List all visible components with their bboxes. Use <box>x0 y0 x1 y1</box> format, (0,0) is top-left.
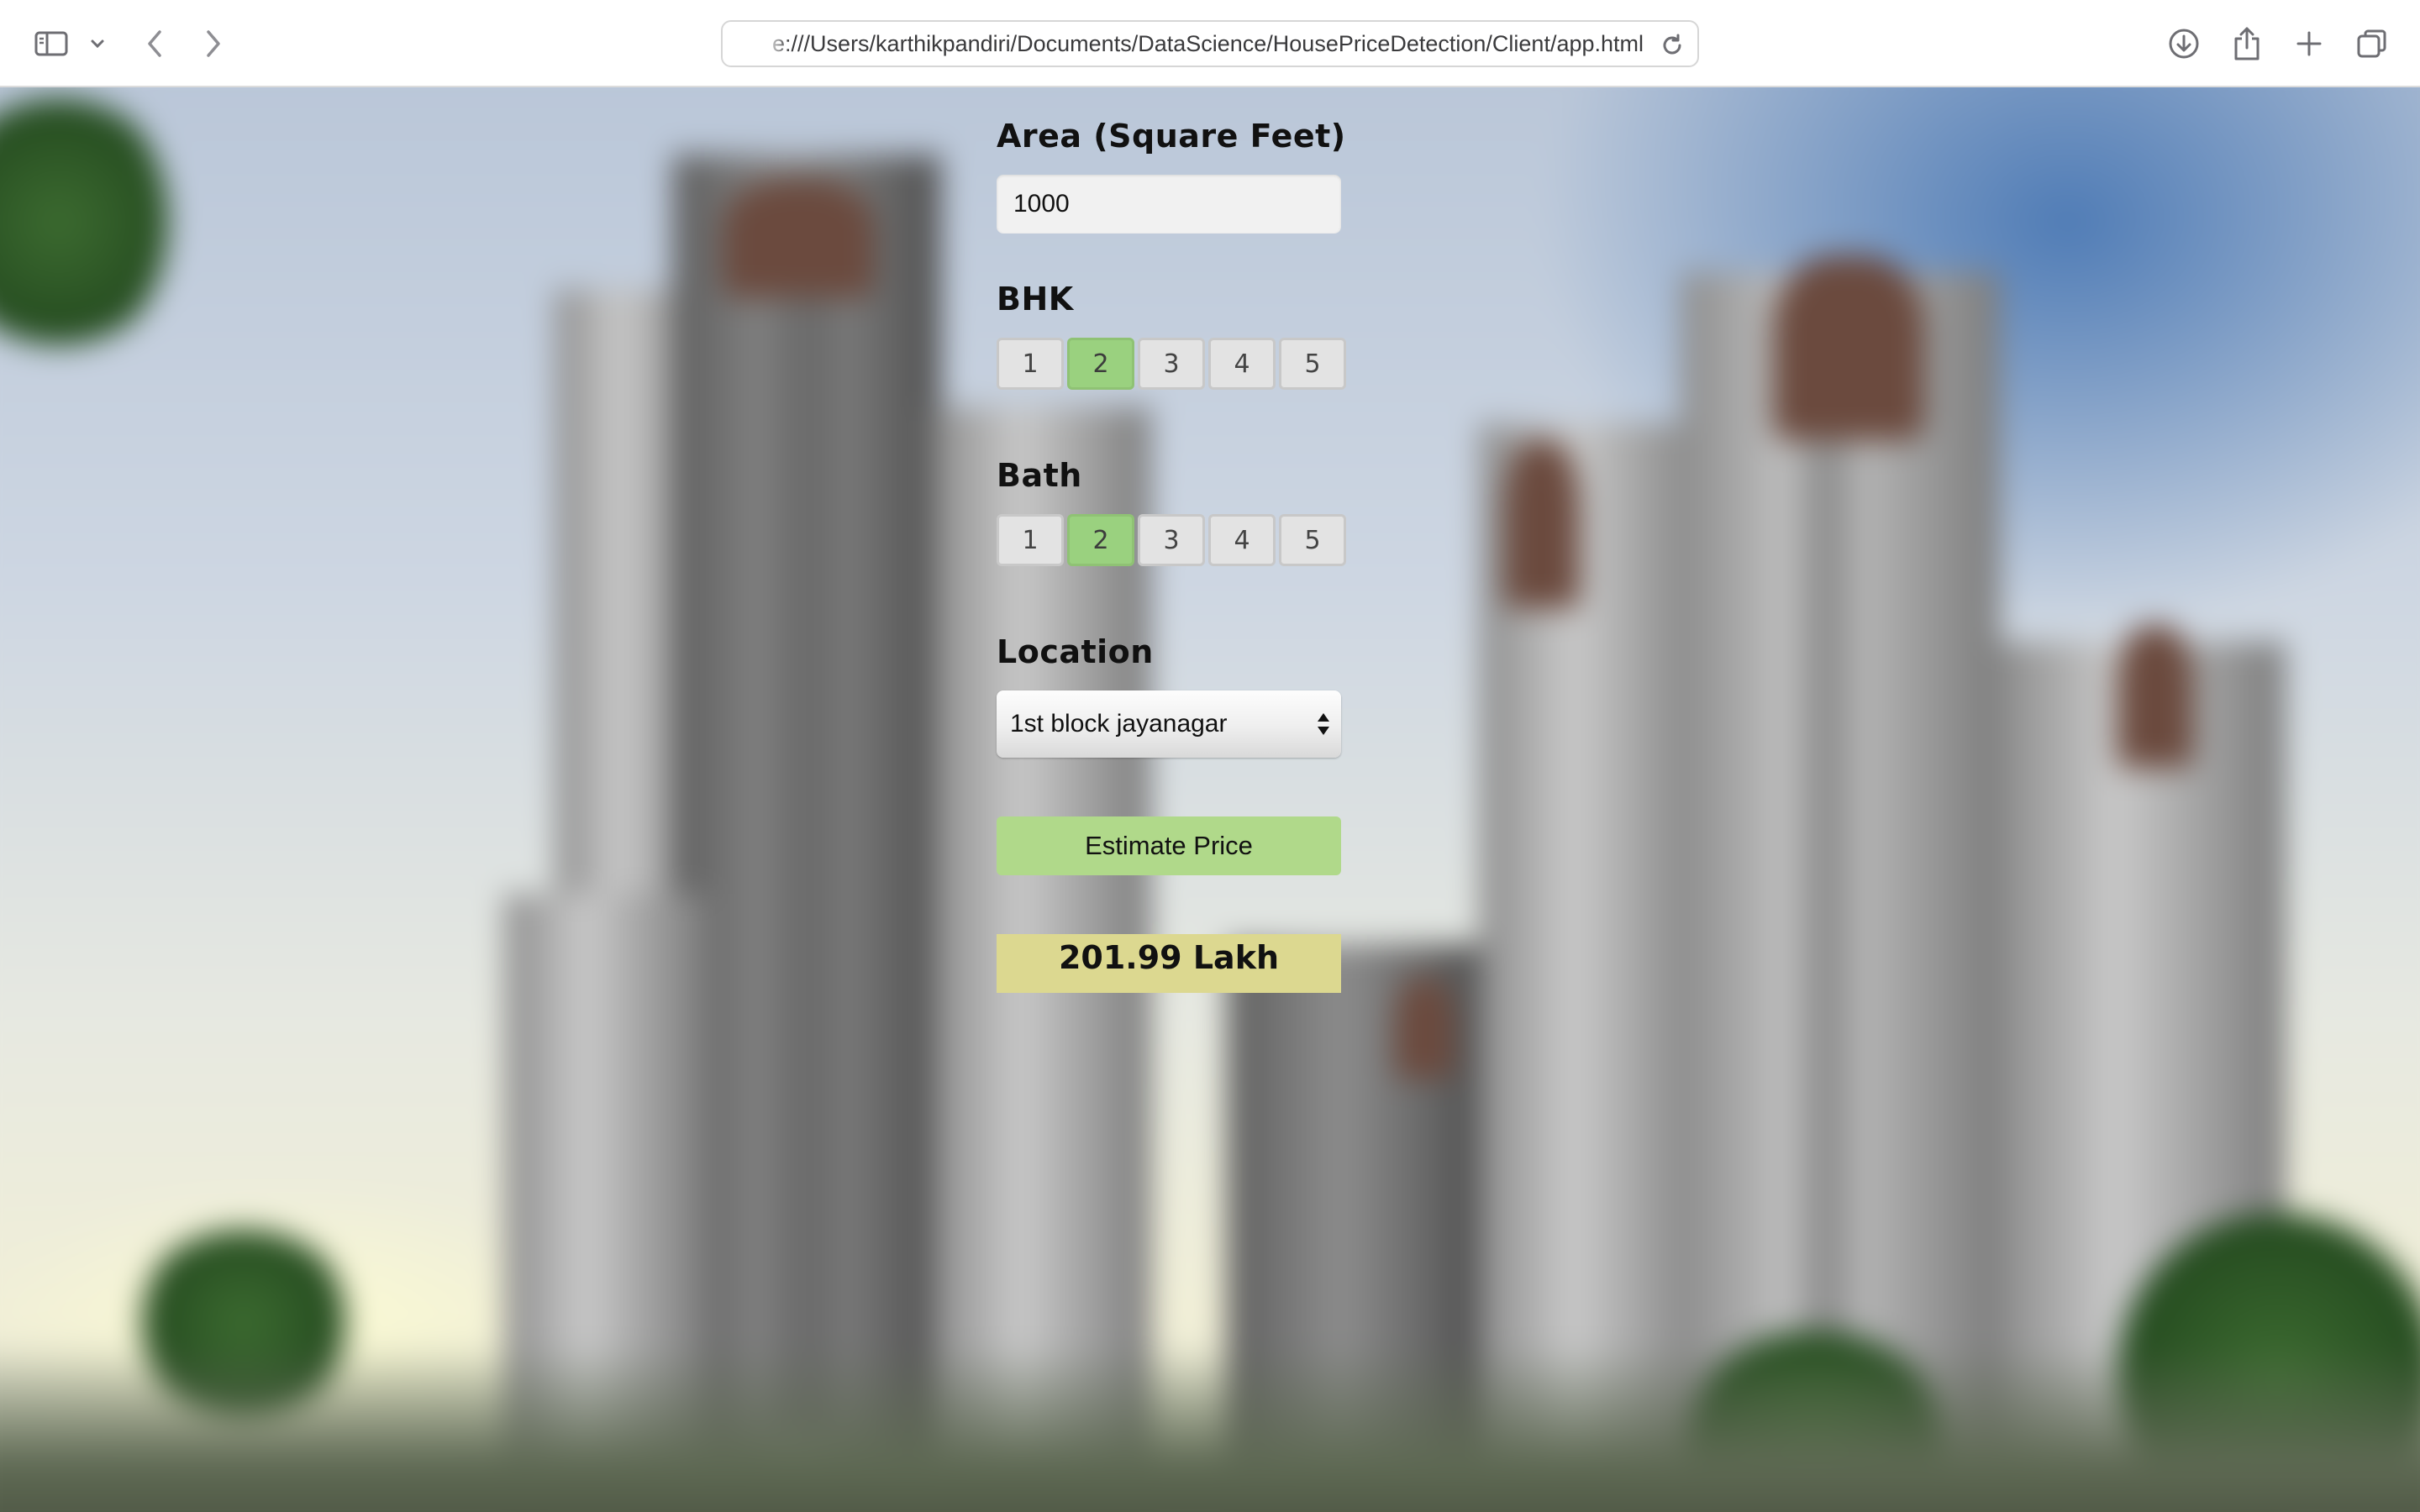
bath-selector: 1 2 3 4 5 <box>997 514 1349 566</box>
price-estimator-form: Area (Square Feet) BHK 1 2 3 4 5 Bath 1 … <box>0 87 2420 1512</box>
bath-option-1[interactable]: 1 <box>997 514 1064 566</box>
bath-option-2[interactable]: 2 <box>1067 514 1134 566</box>
bath-option-5[interactable]: 5 <box>1279 514 1346 566</box>
browser-toolbar: e:///Users/karthikpandiri/Documents/Data… <box>0 0 2420 87</box>
bhk-selector: 1 2 3 4 5 <box>997 338 1349 390</box>
area-input[interactable] <box>997 175 1341 234</box>
location-select[interactable]: 1st block jayanagar <box>997 690 1341 758</box>
chevron-down-icon[interactable] <box>87 18 108 69</box>
chevron-left-icon[interactable] <box>141 18 168 69</box>
select-arrows-icon <box>1316 711 1331 742</box>
chevron-right-icon[interactable] <box>200 18 227 69</box>
sidebar-icon[interactable] <box>32 18 71 69</box>
estimate-price-button[interactable]: Estimate Price <box>997 816 1341 875</box>
bhk-option-4[interactable]: 4 <box>1208 338 1276 390</box>
location-selected-value: 1st block jayanagar <box>1010 710 1228 738</box>
area-label: Area (Square Feet) <box>997 118 1346 155</box>
url-text: e:///Users/karthikpandiri/Documents/Data… <box>772 30 1644 56</box>
bhk-label: BHK <box>997 281 1074 318</box>
bhk-option-2[interactable]: 2 <box>1067 338 1134 390</box>
address-bar[interactable]: e:///Users/karthikpandiri/Documents/Data… <box>721 20 1699 67</box>
bhk-option-1[interactable]: 1 <box>997 338 1064 390</box>
bhk-option-3[interactable]: 3 <box>1138 338 1205 390</box>
bhk-option-5[interactable]: 5 <box>1279 338 1346 390</box>
location-label: Location <box>997 633 1154 670</box>
share-icon[interactable] <box>2230 18 2264 69</box>
plus-icon[interactable] <box>2292 18 2326 69</box>
bath-option-4[interactable]: 4 <box>1208 514 1276 566</box>
page-viewport: Area (Square Feet) BHK 1 2 3 4 5 Bath 1 … <box>0 87 2420 1512</box>
download-icon[interactable] <box>2166 18 2202 69</box>
bath-option-3[interactable]: 3 <box>1138 514 1205 566</box>
bath-label: Bath <box>997 457 1082 494</box>
url-fade <box>765 29 790 62</box>
tab-overview-icon[interactable] <box>2354 18 2390 69</box>
reload-icon[interactable] <box>1659 32 1686 63</box>
estimated-price-result: 201.99 Lakh <box>997 934 1341 993</box>
